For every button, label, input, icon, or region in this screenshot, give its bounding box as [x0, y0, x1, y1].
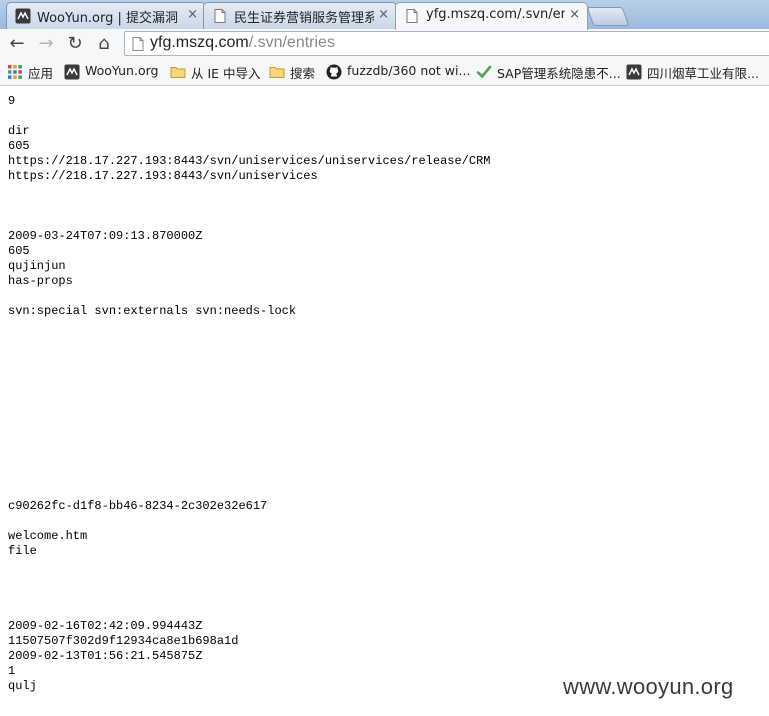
- bookmark-label: 从 IE 中导入: [191, 66, 261, 81]
- close-icon[interactable]: ×: [569, 7, 580, 22]
- tab-svn-entries[interactable]: yfg.mszq.com/.svn/entries ×: [395, 2, 588, 30]
- folder-icon: [269, 67, 285, 78]
- url-path: /.svn/entries: [248, 34, 335, 51]
- bookmark-label: WooYun.org: [85, 63, 159, 78]
- text-line: [8, 334, 763, 349]
- text-line: [8, 454, 763, 469]
- bookmark-folder-ie-import[interactable]: 从 IE 中导入: [170, 63, 262, 81]
- text-line: [8, 439, 763, 454]
- page-icon: [406, 9, 418, 23]
- page-icon: [132, 37, 144, 51]
- text-line: [8, 559, 763, 574]
- text-line: 2009-03-24T07:09:13.870000Z: [8, 229, 203, 243]
- bookmark-label: SAP管理系统隐患不...: [497, 66, 621, 81]
- wooyun-favicon-icon: [626, 64, 642, 80]
- forward-button[interactable]: →: [34, 32, 58, 56]
- bookmark-label: 应用: [28, 66, 54, 81]
- text-line: [8, 319, 763, 334]
- text-line: [8, 469, 763, 484]
- bookmark-label: fuzzdb/360 not wi...: [347, 63, 471, 78]
- bookmark-sap[interactable]: SAP管理系统隐患不...: [476, 63, 621, 81]
- tab-title: 民生证券营销服务管理系统: [234, 11, 374, 26]
- bookmark-label: 搜索: [290, 66, 316, 81]
- wooyun-favicon-icon: [15, 8, 31, 24]
- text-line: [8, 394, 763, 409]
- back-button[interactable]: ←: [5, 32, 29, 56]
- text-line: [8, 364, 763, 379]
- text-line: svn:special svn:externals svn:needs-lock: [8, 304, 297, 318]
- text-line: [8, 589, 763, 604]
- close-icon[interactable]: ×: [187, 7, 198, 22]
- watermark: www.wooyun.org: [563, 674, 734, 699]
- text-line: [8, 514, 763, 529]
- reload-button[interactable]: ↻: [63, 32, 87, 56]
- text-line: [8, 109, 763, 124]
- tab-mszq-system[interactable]: 民生证券营销服务管理系统 ×: [203, 2, 397, 29]
- text-line: qujinjun: [8, 259, 66, 273]
- svn-entries-text: 9 dir 605 https://218.17.227.193:8443/svn/u…: [8, 94, 763, 694]
- folder-icon: [170, 67, 186, 78]
- text-line: welcome.htm: [8, 529, 88, 543]
- tab-strip: WooYun.org | 提交漏洞 × 民生证券营销服务管理系统 × yfg.m…: [0, 0, 769, 30]
- text-line: c90262fc-d1f8-bb46-8234-2c302e32e617: [8, 499, 268, 513]
- tab-title: yfg.mszq.com/.svn/entries: [426, 7, 565, 22]
- text-line: [8, 424, 763, 439]
- new-tab-button[interactable]: [586, 7, 630, 26]
- text-line: 605: [8, 139, 30, 153]
- bookmark-fuzzdb[interactable]: fuzzdb/360 not wi...: [326, 63, 471, 81]
- tab-title: WooYun.org | 提交漏洞: [37, 11, 179, 26]
- wooyun-favicon-icon: [64, 64, 80, 80]
- tab-wooyun[interactable]: WooYun.org | 提交漏洞 ×: [6, 2, 206, 29]
- bookmarks-bar: 应用 WooYun.org 从 IE 中导入 搜索 fuzzdb/360 not…: [0, 59, 769, 86]
- text-line: [8, 199, 763, 214]
- text-line: [8, 484, 763, 499]
- bookmark-wooyun[interactable]: WooYun.org: [64, 63, 164, 81]
- url-host: yfg.mszq.com: [150, 34, 249, 51]
- text-line: [8, 379, 763, 394]
- bookmark-label: 四川烟草工业有限...: [647, 66, 759, 81]
- bookmark-folder-search[interactable]: 搜索: [269, 63, 321, 81]
- address-bar[interactable]: yfg.mszq.com/.svn/entries: [124, 31, 769, 56]
- text-line: 2009-02-16T02:42:09.994443Z: [8, 619, 203, 633]
- url-text: yfg.mszq.com/.svn/entries: [150, 34, 335, 52]
- text-line: dir: [8, 124, 30, 138]
- text-line: [8, 289, 763, 304]
- text-line: 9: [8, 94, 16, 108]
- text-line: [8, 214, 763, 229]
- bookmark-apps[interactable]: 应用: [7, 63, 57, 81]
- browser-toolbar: ← → ↻ ⌂ yfg.mszq.com/.svn/entries: [0, 29, 769, 59]
- text-line: [8, 349, 763, 364]
- text-line: file: [8, 544, 37, 558]
- text-line: https://218.17.227.193:8443/svn/uniservi…: [8, 154, 491, 168]
- text-line: 605: [8, 244, 30, 258]
- bookmark-sichuan-tobacco[interactable]: 四川烟草工业有限...: [626, 63, 761, 81]
- text-line: [8, 604, 763, 619]
- text-line: 11507507f302d9f12934ca8e1b698a1d: [8, 634, 239, 648]
- text-line: [8, 574, 763, 589]
- text-line: [8, 409, 763, 424]
- text-line: 2009-02-13T01:56:21.545875Z: [8, 649, 203, 663]
- close-icon[interactable]: ×: [378, 7, 389, 22]
- text-line: has-props: [8, 274, 73, 288]
- text-line: [8, 184, 763, 199]
- home-button[interactable]: ⌂: [92, 32, 116, 56]
- check-icon: [476, 65, 492, 79]
- page-icon: [214, 9, 226, 23]
- apps-grid-icon: [8, 65, 22, 79]
- github-icon: [326, 64, 342, 80]
- text-line: https://218.17.227.193:8443/svn/uniservi…: [8, 169, 318, 183]
